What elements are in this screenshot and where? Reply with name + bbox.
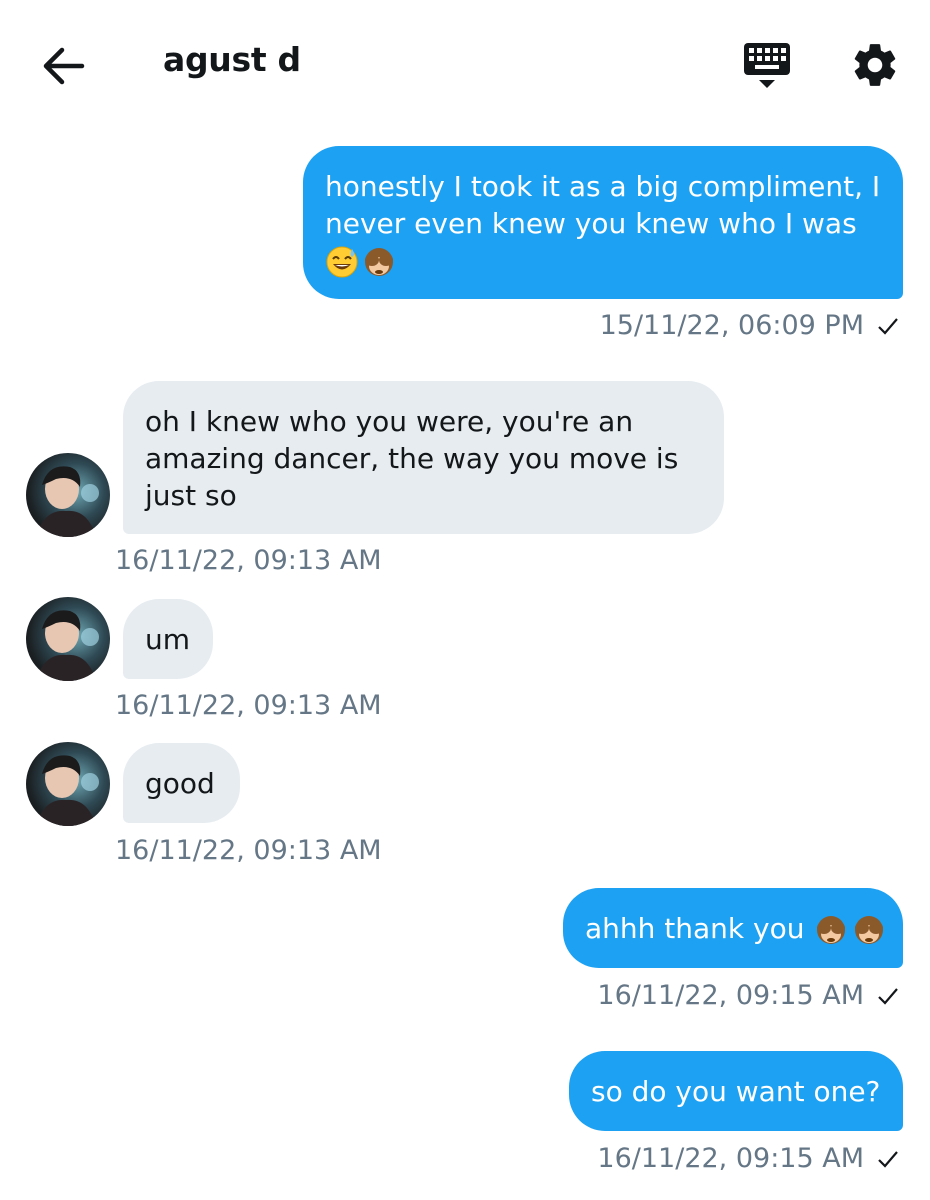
- message-timestamp: 16/11/22, 09:13 AM: [115, 835, 382, 866]
- timestamp-text: 16/11/22, 09:15 AM: [597, 1143, 864, 1174]
- gear-icon: [854, 44, 896, 86]
- sent-check-icon: [878, 318, 898, 335]
- conversation-header: agust d: [0, 0, 930, 120]
- avatar[interactable]: [26, 453, 110, 537]
- message-bubble-incoming[interactable]: um: [123, 599, 213, 679]
- message-text: good: [145, 767, 215, 800]
- see-no-evil-monkey-emoji: [365, 248, 393, 276]
- message-text: honestly I took it as a big compliment, …: [325, 170, 890, 240]
- avatar-image: [36, 610, 99, 681]
- message-bubble-outgoing[interactable]: honestly I took it as a big compliment, …: [303, 146, 903, 299]
- avatar-image: [36, 466, 99, 537]
- message-bubble-incoming[interactable]: good: [123, 743, 240, 823]
- message-timestamp: 15/11/22, 06:09 PM: [600, 310, 900, 341]
- message-text: um: [145, 623, 191, 656]
- message-emoji-row: [325, 245, 397, 279]
- message-text: ahhh thank you: [585, 912, 805, 945]
- avatar[interactable]: [26, 597, 110, 681]
- settings-button[interactable]: [850, 40, 900, 90]
- arrow-left-icon: [43, 47, 85, 85]
- avatar-image: [36, 755, 99, 826]
- dm-conversation-screen: agust d honestly I took it as a big comp…: [0, 0, 930, 1200]
- conversation-title[interactable]: agust d: [163, 40, 301, 79]
- sent-check-icon: [878, 1151, 898, 1168]
- message-text: oh I knew who you were, you're an amazin…: [145, 405, 688, 512]
- message-timestamp: 16/11/22, 09:13 AM: [115, 545, 382, 576]
- message-text: so do you want one?: [591, 1075, 881, 1108]
- keyboard-icon: [744, 43, 790, 88]
- sent-check-icon: [878, 988, 898, 1005]
- message-emoji-row: [813, 913, 887, 947]
- message-timestamp: 16/11/22, 09:15 AM: [597, 980, 900, 1011]
- message-bubble-outgoing[interactable]: so do you want one?: [569, 1051, 903, 1131]
- message-bubble-outgoing[interactable]: ahhh thank you: [563, 888, 903, 968]
- avatar[interactable]: [26, 742, 110, 826]
- message-bubble-incoming[interactable]: oh I knew who you were, you're an amazin…: [123, 381, 724, 534]
- message-timestamp: 16/11/22, 09:15 AM: [597, 1143, 900, 1174]
- see-no-evil-monkey-emoji: [855, 916, 884, 944]
- sweat-smile-emoji: [326, 246, 358, 278]
- message-timestamp: 16/11/22, 09:13 AM: [115, 690, 382, 721]
- keyboard-button[interactable]: [741, 40, 793, 90]
- timestamp-text: 16/11/22, 09:15 AM: [597, 980, 864, 1011]
- see-no-evil-monkey-emoji: [817, 916, 846, 944]
- back-button[interactable]: [38, 44, 88, 88]
- timestamp-text: 15/11/22, 06:09 PM: [599, 310, 864, 341]
